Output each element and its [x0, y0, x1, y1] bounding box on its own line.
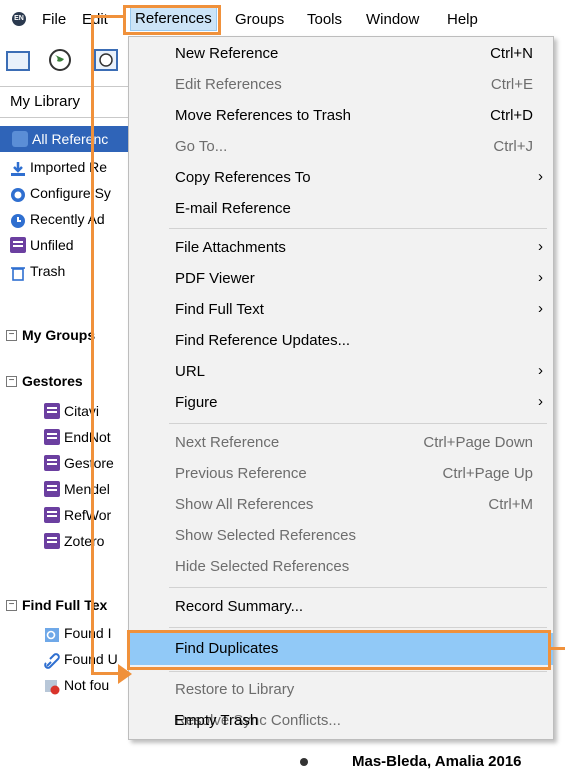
sidebar-item-mendeley[interactable]: Mendel: [0, 476, 130, 502]
group-icon: [44, 429, 60, 445]
library-header: My Library: [0, 86, 130, 118]
callout-connector: [91, 15, 94, 675]
sidebar-item-not-found[interactable]: Not fou: [0, 672, 130, 698]
menu-separator: [169, 228, 547, 229]
menu-item-email-reference[interactable]: E-mail Reference: [129, 194, 553, 224]
trash-icon: [10, 263, 26, 281]
callout-connector: [551, 647, 565, 650]
library-icon: [12, 131, 28, 147]
library-title: My Library: [10, 93, 81, 110]
submenu-arrow-icon: ›: [538, 362, 543, 379]
integrated-library-button[interactable]: [92, 46, 120, 74]
menu-item-figure[interactable]: Figure ›: [129, 388, 553, 418]
sidebar-group-find-full-text[interactable]: − Find Full Tex: [0, 592, 130, 618]
sidebar-item-configure-sync[interactable]: Configure Sy: [0, 180, 130, 206]
menu-file[interactable]: File: [42, 10, 66, 30]
submenu-arrow-icon: ›: [538, 238, 543, 255]
search-pdf-icon: [44, 625, 60, 642]
not-found-icon: [44, 677, 60, 695]
menu-item-show-selected-references[interactable]: Show Selected References: [129, 521, 553, 551]
sidebar: All Referenc Imported Re Configure Sy Re…: [0, 118, 130, 778]
endnote-logo-icon: EN: [12, 12, 26, 26]
find-duplicates-callout: [127, 630, 551, 670]
submenu-arrow-icon: ›: [538, 269, 543, 286]
menu-item-record-summary[interactable]: Record Summary...: [129, 592, 553, 622]
globe-icon: [49, 49, 71, 71]
group-icon: [10, 237, 26, 253]
group-icon: [44, 533, 60, 549]
sidebar-group-gestores[interactable]: − Gestores: [0, 368, 130, 394]
online-search-button[interactable]: [46, 46, 74, 74]
menu-item-new-reference[interactable]: New Reference Ctrl+N: [129, 39, 553, 69]
menu-item-previous-reference[interactable]: Previous Reference Ctrl+Page Up: [129, 459, 553, 489]
sidebar-item-gestores[interactable]: Gestore: [0, 450, 130, 476]
sidebar-item-found-pdf[interactable]: Found I: [0, 620, 130, 646]
collapse-toggle-icon[interactable]: −: [6, 376, 17, 387]
menu-item-empty-trash[interactable]: Empty Trash: [128, 706, 552, 736]
menu-item-edit-references[interactable]: Edit References Ctrl+E: [129, 70, 553, 100]
sidebar-item-refworks[interactable]: RefWor: [0, 502, 130, 528]
menu-item-file-attachments[interactable]: File Attachments ›: [129, 233, 553, 263]
sidebar-item-recently-added[interactable]: Recently Ad: [0, 206, 130, 232]
menu-item-hide-selected-references[interactable]: Hide Selected References: [129, 552, 553, 582]
sidebar-item-found-url[interactable]: Found U: [0, 646, 130, 672]
sidebar-item-all-references[interactable]: All Referenc: [0, 126, 130, 152]
folder-icon: [6, 51, 30, 71]
sidebar-item-unfiled[interactable]: Unfiled: [0, 232, 130, 258]
group-icon: [44, 507, 60, 523]
menu-bar: EN File Edit References Groups Tools Win…: [0, 0, 565, 38]
menu-item-url[interactable]: URL ›: [129, 357, 553, 387]
callout-connector: [91, 15, 124, 18]
library-globe-icon: [94, 49, 118, 71]
sidebar-item-citavi[interactable]: Citavi: [0, 398, 130, 424]
sidebar-item-endnote[interactable]: EndNot: [0, 424, 130, 450]
menu-separator: [169, 627, 547, 628]
menu-edit[interactable]: Edit: [82, 10, 108, 30]
group-icon: [44, 403, 60, 419]
menu-item-go-to[interactable]: Go To... Ctrl+J: [129, 132, 553, 162]
menu-item-show-all-references[interactable]: Show All References Ctrl+M: [129, 490, 553, 520]
menu-item-next-reference[interactable]: Next Reference Ctrl+Page Down: [129, 428, 553, 458]
sidebar-group-my-groups[interactable]: − My Groups: [0, 322, 130, 348]
references-menu-callout: [123, 5, 221, 35]
menu-help[interactable]: Help: [447, 10, 478, 30]
import-icon: [10, 159, 26, 176]
menu-item-find-reference-updates[interactable]: Find Reference Updates...: [129, 326, 553, 356]
collapse-toggle-icon[interactable]: −: [6, 330, 17, 341]
menu-window[interactable]: Window: [366, 10, 419, 30]
menu-separator: [169, 671, 547, 672]
toolbar: [0, 38, 130, 84]
menu-groups[interactable]: Groups: [235, 10, 284, 30]
history-icon: [10, 211, 26, 228]
submenu-arrow-icon: ›: [538, 393, 543, 410]
menu-item-move-to-trash[interactable]: Move References to Trash Ctrl+D: [129, 101, 553, 131]
submenu-arrow-icon: ›: [538, 168, 543, 185]
sidebar-item-imported[interactable]: Imported Re: [0, 154, 130, 180]
group-icon: [44, 455, 60, 471]
menu-separator: [169, 587, 547, 588]
collapse-toggle-icon[interactable]: −: [6, 600, 17, 611]
link-icon: [44, 651, 60, 669]
menu-item-pdf-viewer[interactable]: PDF Viewer ›: [129, 264, 553, 294]
reference-status-dot: [300, 758, 308, 766]
sync-icon: [10, 185, 26, 202]
menu-item-restore-to-library[interactable]: Restore to Library: [129, 675, 553, 705]
menu-item-copy-references-to[interactable]: Copy References To ›: [129, 163, 553, 193]
sidebar-item-trash[interactable]: Trash: [0, 258, 130, 284]
reference-row-text: Mas-Bleda, Amalia 2016: [352, 753, 522, 770]
local-library-button[interactable]: [4, 46, 32, 74]
menu-tools[interactable]: Tools: [307, 10, 342, 30]
submenu-arrow-icon: ›: [538, 300, 543, 317]
menu-separator: [169, 423, 547, 424]
group-icon: [44, 481, 60, 497]
sidebar-item-zotero[interactable]: Zotero: [0, 528, 130, 554]
menu-item-find-full-text[interactable]: Find Full Text ›: [129, 295, 553, 325]
